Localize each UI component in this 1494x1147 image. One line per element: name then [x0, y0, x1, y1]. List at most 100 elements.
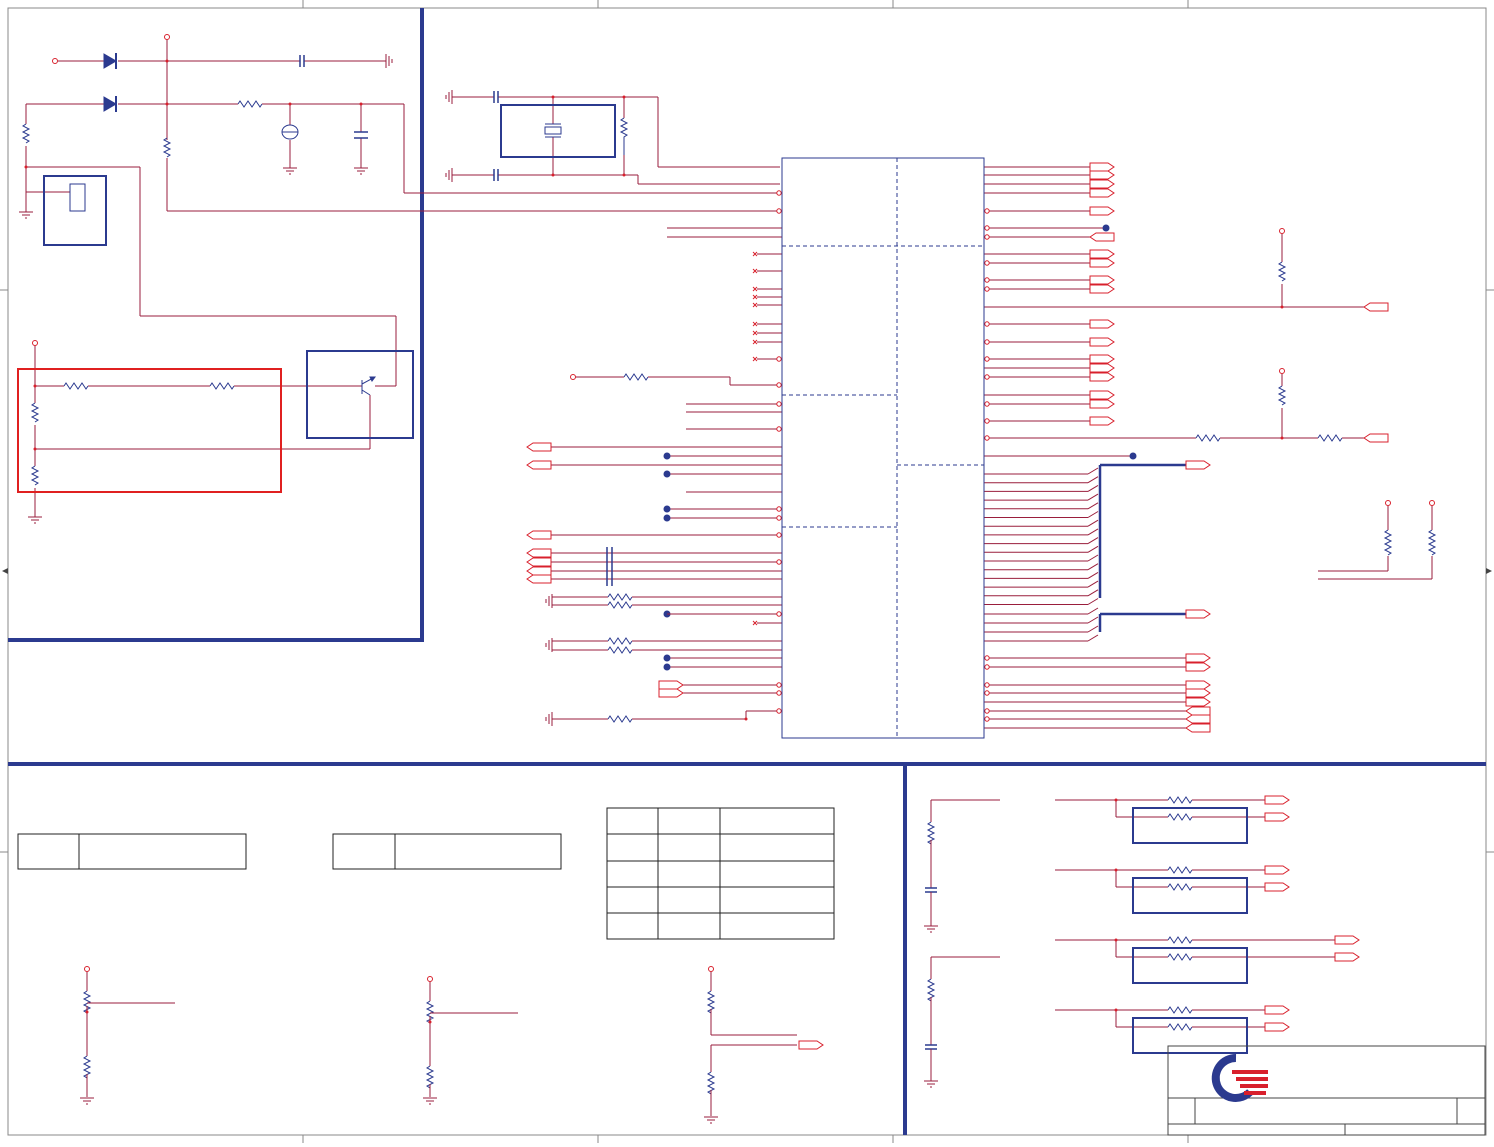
- off-page-connector-icon: [1185, 609, 1211, 619]
- off-page-connector-icon: [1334, 952, 1360, 962]
- resistor-icon: [21, 123, 31, 144]
- off-page-connector-icon: [1089, 258, 1115, 268]
- ground-icon: [704, 1116, 718, 1124]
- crystal-box: [500, 104, 616, 158]
- off-page-connector-icon: [1185, 697, 1211, 707]
- resistor-icon: [1167, 813, 1193, 821]
- off-page-connector-icon: [1185, 723, 1211, 733]
- ground-icon: [924, 925, 938, 933]
- resistor-icon: [30, 465, 40, 486]
- resistor-icon: [162, 137, 172, 158]
- resistor-icon: [1317, 434, 1343, 442]
- battery-icon: [281, 124, 299, 140]
- off-page-connector-icon: [1363, 433, 1389, 443]
- resistor-icon: [1383, 529, 1393, 556]
- off-page-connector-icon: [1089, 319, 1115, 329]
- off-page-connector-icon: [1089, 188, 1115, 198]
- resistor-icon: [1195, 434, 1221, 442]
- resistor-icon: [607, 637, 633, 645]
- resistor-icon: [1167, 936, 1193, 944]
- off-page-connector-icon: [1089, 337, 1115, 347]
- ground-icon: [283, 167, 297, 175]
- resistor-icon: [607, 715, 633, 723]
- off-page-connector-icon: [1089, 232, 1115, 242]
- capacitor-icon: [493, 169, 499, 181]
- off-page-connector-icon: [1185, 688, 1211, 698]
- off-page-connector-icon: [1264, 1005, 1290, 1015]
- resistor-icon: [1167, 1023, 1193, 1031]
- off-page-connector-icon: [1185, 653, 1211, 663]
- schematic-canvas: [0, 0, 1494, 1143]
- main-ic: [781, 157, 985, 739]
- off-page-connector-icon: [1089, 390, 1115, 400]
- resistor-icon: [607, 593, 633, 601]
- ground-icon: [545, 638, 553, 652]
- ic-wiring: [545, 166, 1364, 729]
- ground-icon: [545, 712, 553, 726]
- off-page-connector-icon: [1185, 706, 1211, 716]
- no-connect-mark: [752, 356, 758, 362]
- ground-icon: [445, 90, 453, 104]
- config-tables: [17, 833, 562, 870]
- off-page-connector-icon: [658, 688, 684, 698]
- off-page-connector-icon: [1264, 882, 1290, 892]
- off-page-connector-icon: [1089, 399, 1115, 409]
- ground-icon: [445, 168, 453, 182]
- no-connect-mark: [752, 302, 758, 308]
- junction-dot: [1102, 224, 1110, 232]
- rtc-power-block: [19, 34, 780, 387]
- no-connect-mark: [752, 339, 758, 345]
- highlight-box: [17, 368, 282, 493]
- off-page-connector-icon: [1089, 284, 1115, 294]
- ground-icon: [924, 1080, 938, 1088]
- off-page-connector-icon: [1264, 795, 1290, 805]
- no-connect-mark: [752, 294, 758, 300]
- off-page-connector-icon: [1089, 162, 1115, 172]
- filter-box: [1132, 947, 1248, 984]
- zener-diode-icon: [103, 96, 117, 112]
- no-connect-mark: [752, 620, 758, 626]
- reset-transistor-block: [17, 340, 414, 524]
- off-page-connector-icon: [526, 566, 552, 576]
- off-page-connector-icon: [526, 442, 552, 452]
- crystal-icon: [544, 123, 562, 138]
- off-page-connector-icon: [1089, 179, 1115, 189]
- off-page-connector-icon: [1089, 275, 1115, 285]
- ground-icon: [354, 167, 368, 175]
- resistor-icon: [30, 402, 40, 423]
- resistor-icon: [619, 117, 629, 155]
- resistor-icon: [607, 601, 633, 609]
- capacitor-icon: [299, 55, 305, 67]
- ground-icon: [385, 54, 393, 68]
- pullup-resistors: [1277, 228, 1437, 580]
- off-page-connector-icon: [1089, 206, 1115, 216]
- off-page-connector-icon: [1185, 662, 1211, 672]
- filter-box: [1132, 807, 1248, 844]
- off-page-connector-icon: [526, 557, 552, 567]
- off-page-connector-icon: [1264, 1022, 1290, 1032]
- off-page-connector-icon: [658, 680, 684, 690]
- ground-icon: [423, 1097, 437, 1105]
- ground-icon: [28, 516, 42, 524]
- filter-box: [1132, 1017, 1248, 1054]
- strap-table: [606, 807, 835, 940]
- resistor-icon: [1427, 529, 1437, 556]
- off-page-connector-icon: [526, 574, 552, 584]
- off-page-connector-icon: [1089, 416, 1115, 426]
- off-page-connector-icon: [1089, 249, 1115, 259]
- resistor-icon: [623, 373, 649, 381]
- off-page-connector-icon: [798, 1040, 824, 1050]
- crystal-oscillator-block: [445, 90, 780, 185]
- strap-dividers: [80, 966, 824, 1124]
- off-page-connector-icon: [1185, 714, 1211, 724]
- resistor-icon: [1277, 261, 1287, 282]
- off-page-connector-icon: [1089, 170, 1115, 180]
- quanta-q-logo: [1211, 1053, 1268, 1102]
- resistor-icon: [1167, 953, 1193, 961]
- off-page-connector-icon: [526, 548, 552, 558]
- capacitor-icon: [493, 91, 499, 103]
- schematic-sheet: [0, 0, 1494, 1143]
- capacitor-icon: [354, 131, 368, 139]
- resistor-icon: [1167, 796, 1193, 804]
- no-connect-mark: [752, 330, 758, 336]
